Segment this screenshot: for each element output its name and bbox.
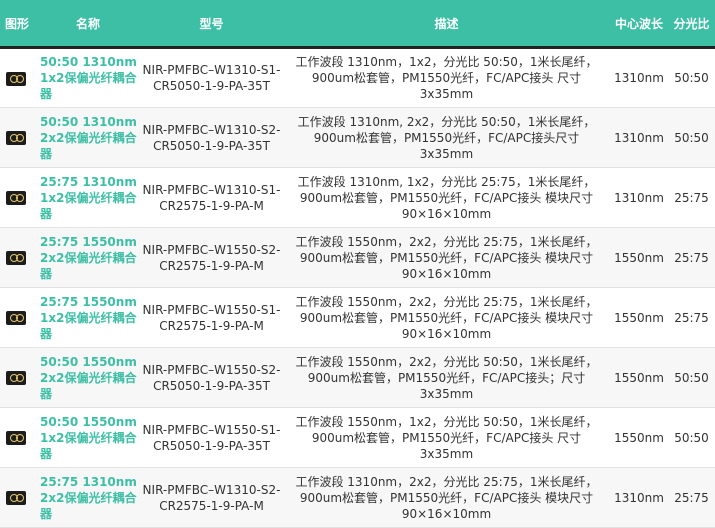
header-model: 型号	[140, 0, 283, 49]
table-row: 50:50 1550nm 1x2保偏光纤耦合器 NIR-PMFBC–W1550-…	[0, 407, 715, 468]
product-ratio: 50:50	[668, 407, 715, 468]
product-name-link[interactable]: 25:75 1550nm 1x2保偏光纤耦合器	[36, 287, 140, 348]
product-wavelength: 1550nm	[610, 287, 668, 348]
product-ratio: 50:50	[668, 47, 715, 108]
product-description: 工作波段 1550nm，2x2，分光比 25:75，1米长尾纤，900um松套管…	[283, 287, 610, 348]
product-wavelength: 1310nm	[610, 107, 668, 168]
table-row: 25:75 1550nm 2x2保偏光纤耦合器 NIR-PMFBC–W1550-…	[0, 227, 715, 288]
coupler-thumbnail-icon[interactable]	[6, 191, 26, 205]
table-body: 50:50 1310nm 1x2保偏光纤耦合器 NIR-PMFBC–W1310-…	[0, 47, 715, 528]
coupler-thumbnail-icon[interactable]	[6, 491, 26, 505]
product-model: NIR-PMFBC–W1550-S1-CR2575-1-9-PA-M	[140, 287, 283, 348]
product-wavelength: 1310nm	[610, 467, 668, 528]
header-name: 名称	[36, 0, 140, 49]
product-model: NIR-PMFBC–W1310-S1-CR2575-1-9-PA-M	[140, 167, 283, 228]
coupler-thumbnail-icon[interactable]	[6, 71, 26, 86]
product-description: 工作波段 1310nm，2x2，分光比 25:75，1米长尾纤，900um松套管…	[283, 467, 610, 528]
product-model: NIR-PMFBC–W1310-S1-CR5050-1-9-PA-35T	[140, 47, 283, 108]
product-name-link[interactable]: 50:50 1310nm 1x2保偏光纤耦合器	[36, 47, 140, 108]
header-row: 图形 名称 型号 描述 中心波长 分光比	[0, 0, 715, 49]
product-description: 工作波段 1550nm，2x2，分光比 25:75，1米长尾纤，900um松套管…	[283, 227, 610, 288]
header-wavelength: 中心波长	[610, 0, 668, 49]
header-ratio: 分光比	[668, 0, 715, 49]
product-description: 工作波段 1550nm，2x2，分光比 50:50，1米长尾纤，900um松套管…	[283, 347, 610, 408]
product-model: NIR-PMFBC–W1310-S2-CR5050-1-9-PA-35T	[140, 107, 283, 168]
product-model: NIR-PMFBC–W1550-S1-CR5050-1-9-PA-35T	[140, 407, 283, 468]
table-row: 25:75 1550nm 1x2保偏光纤耦合器 NIR-PMFBC–W1550-…	[0, 287, 715, 348]
header-shape: 图形	[0, 0, 36, 49]
product-model: NIR-PMFBC–W1550-S2-CR5050-1-9-PA-35T	[140, 347, 283, 408]
product-description: 工作波段 1310nm, 2x2，分光比 50:50，1米长尾纤，900um松套…	[283, 107, 610, 168]
table-header: 图形 名称 型号 描述 中心波长 分光比	[0, 0, 715, 49]
product-wavelength: 1550nm	[610, 227, 668, 288]
product-ratio: 50:50	[668, 107, 715, 168]
product-wavelength: 1310nm	[610, 47, 668, 108]
product-table: 图形 名称 型号 描述 中心波长 分光比 50:50 1310nm 1x2保偏光…	[0, 0, 715, 528]
coupler-thumbnail-icon[interactable]	[6, 251, 26, 265]
product-name-link[interactable]: 50:50 1310nm 2x2保偏光纤耦合器	[36, 107, 140, 168]
table-row: 25:75 1310nm 2x2保偏光纤耦合器 NIR-PMFBC–W1310-…	[0, 467, 715, 528]
table-row: 50:50 1310nm 2x2保偏光纤耦合器 NIR-PMFBC–W1310-…	[0, 107, 715, 168]
product-description: 工作波段 1550nm，1x2，分光比 50:50，1米长尾纤，900um松套管…	[283, 407, 610, 468]
product-description: 工作波段 1310nm，1x2，分光比 50:50，1米长尾纤，900um松套管…	[283, 47, 610, 108]
product-description: 工作波段 1310nm, 1x2，分光比 25:75，1米长尾纤，900um松套…	[283, 167, 610, 228]
product-name-link[interactable]: 50:50 1550nm 2x2保偏光纤耦合器	[36, 347, 140, 408]
coupler-thumbnail-icon[interactable]	[6, 431, 26, 445]
product-name-link[interactable]: 25:75 1310nm 1x2保偏光纤耦合器	[36, 167, 140, 228]
table-row: 50:50 1310nm 1x2保偏光纤耦合器 NIR-PMFBC–W1310-…	[0, 47, 715, 108]
product-model: NIR-PMFBC–W1310-S2-CR2575-1-9-PA-M	[140, 467, 283, 528]
product-name-link[interactable]: 25:75 1310nm 2x2保偏光纤耦合器	[36, 467, 140, 528]
product-ratio: 25:75	[668, 227, 715, 288]
product-ratio: 25:75	[668, 167, 715, 228]
coupler-thumbnail-icon[interactable]	[6, 311, 26, 325]
product-wavelength: 1310nm	[610, 167, 668, 228]
product-model: NIR-PMFBC–W1550-S2-CR2575-1-9-PA-M	[140, 227, 283, 288]
product-ratio: 25:75	[668, 467, 715, 528]
product-name-link[interactable]: 50:50 1550nm 1x2保偏光纤耦合器	[36, 407, 140, 468]
coupler-thumbnail-icon[interactable]	[6, 131, 26, 145]
product-wavelength: 1550nm	[610, 407, 668, 468]
product-wavelength: 1550nm	[610, 347, 668, 408]
coupler-thumbnail-icon[interactable]	[6, 371, 26, 385]
product-name-link[interactable]: 25:75 1550nm 2x2保偏光纤耦合器	[36, 227, 140, 288]
table-row: 50:50 1550nm 2x2保偏光纤耦合器 NIR-PMFBC–W1550-…	[0, 347, 715, 408]
header-desc: 描述	[283, 0, 610, 49]
table-row: 25:75 1310nm 1x2保偏光纤耦合器 NIR-PMFBC–W1310-…	[0, 167, 715, 228]
product-ratio: 25:75	[668, 287, 715, 348]
product-ratio: 50:50	[668, 347, 715, 408]
